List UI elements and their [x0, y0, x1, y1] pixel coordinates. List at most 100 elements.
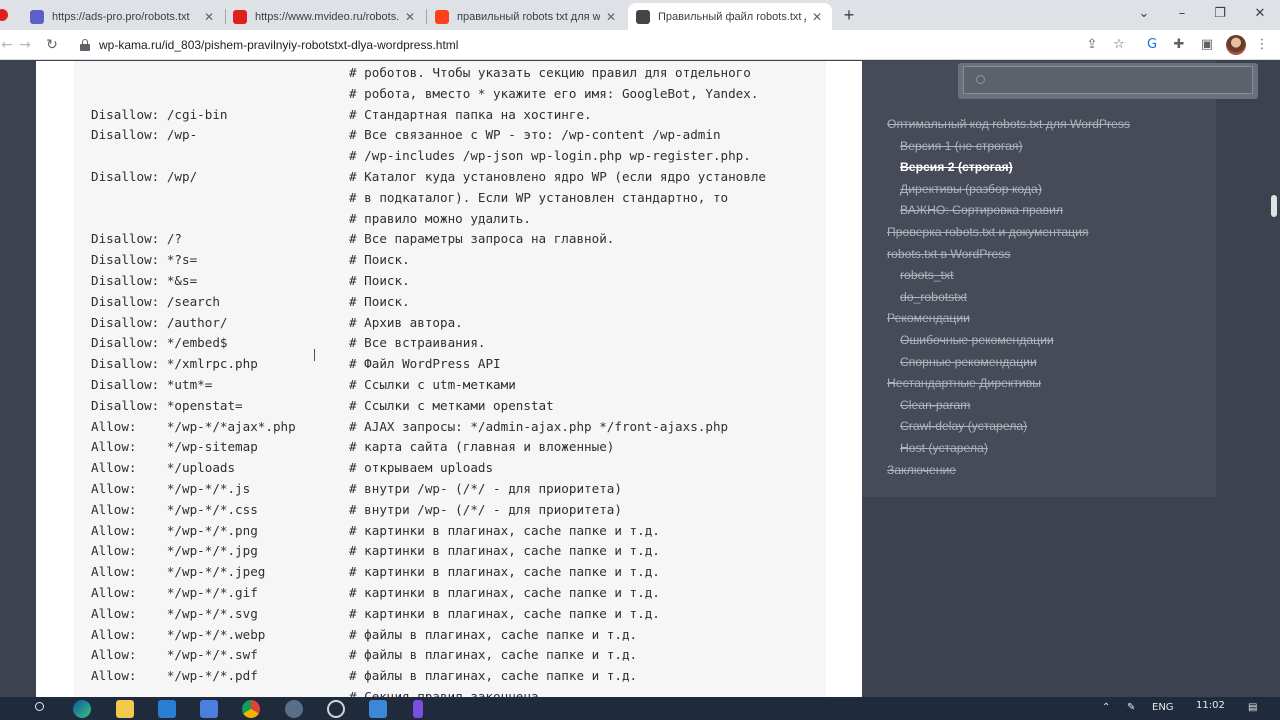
code-comment: # Все параметры запроса на главной.	[349, 231, 615, 247]
code-directive: Allow: */wp-*/*.js	[91, 481, 251, 496]
code-directive: Allow: */uploads	[91, 460, 236, 476]
tab-close-icon[interactable]: ✕	[604, 10, 618, 24]
code-line: Allow: */wp-*/*.gif # картинки в плагинах…	[91, 583, 660, 603]
lock-icon[interactable]	[80, 39, 90, 51]
code-comment: # картинки в плагинах, cache папке и т.д…	[349, 522, 660, 538]
toc-item[interactable]: Заключение	[887, 462, 956, 478]
code-comment: # Поиск.	[349, 273, 410, 288]
toc-subitem[interactable]: Clean-param	[900, 397, 970, 413]
browser-tab[interactable]: Правильный файл robots.txt для WordPress…	[628, 3, 832, 30]
code-comment: # внутри /wp- (/*/ - для приоритета)	[349, 501, 622, 517]
toc-subitem[interactable]: Ошибочные рекомендации	[900, 332, 1054, 348]
search-input[interactable]	[963, 66, 1253, 94]
search-box[interactable]	[958, 63, 1258, 99]
url-text[interactable]: wp-kama.ru/id_803/pishem-pravilnyiy-robo…	[99, 38, 458, 52]
scrollbar-thumb[interactable]	[1271, 195, 1277, 217]
code-comment: # Архив автора.	[349, 314, 463, 330]
forward-icon[interactable]: →	[16, 36, 34, 54]
clock-time[interactable]: 11:02	[1196, 700, 1225, 711]
file-explorer-icon[interactable]	[116, 700, 134, 718]
code-directive: Disallow: /wp-	[91, 127, 198, 143]
side-panel-icon[interactable]: ▣	[1199, 37, 1215, 53]
obsidian-icon[interactable]	[413, 700, 423, 718]
code-directive: Disallow: /search	[91, 293, 220, 309]
photos-icon[interactable]	[369, 700, 387, 718]
tab-overflow-favicon[interactable]	[0, 9, 8, 21]
store-icon[interactable]	[200, 700, 218, 718]
code-line: Allow: */wp-*/*.css # внутри /wp- (/*/ - …	[91, 500, 622, 520]
search-taskbar-icon[interactable]	[35, 702, 44, 711]
code-comment: # Все встраивания.	[349, 335, 486, 351]
close-window-icon[interactable]: ✕	[1249, 4, 1271, 24]
back-icon[interactable]: ←	[0, 36, 16, 54]
tab-title: Правильный файл robots.txt для WordPress	[658, 10, 806, 23]
code-directive: Disallow: *&s=	[91, 273, 198, 288]
code-comment: # картинки в плагинах, cache папке и т.д…	[349, 543, 660, 559]
bookmark-star-icon[interactable]: ☆	[1111, 37, 1127, 53]
notifications-icon[interactable]: ▤	[1248, 702, 1257, 713]
code-directive: Disallow: /wp/	[91, 169, 198, 184]
browser-tab[interactable]: правильный robots txt для wordpress ✕	[427, 3, 626, 30]
new-tab-button[interactable]: +	[838, 4, 860, 26]
avatar[interactable]	[1226, 35, 1246, 55]
toc-item[interactable]: Проверка robots.txt и документация	[887, 224, 1089, 240]
code-line: Disallow: *openstat= # Ссылки с метками o…	[91, 396, 554, 416]
chrome-icon[interactable]	[242, 700, 260, 718]
toc-subitem[interactable]: Crawl-delay (устарела)	[900, 418, 1027, 434]
code-line: Disallow: /search # Поиск.	[91, 292, 410, 312]
code-comment: # /wp-includes /wp-json wp-login.php wp-…	[349, 148, 751, 164]
tab-close-icon[interactable]: ✕	[202, 10, 216, 24]
code-directive: Allow: */wp-*/*.css	[91, 501, 258, 517]
text-cursor-icon	[314, 349, 318, 361]
code-comment: # Секция правил закончена	[349, 689, 539, 697]
toc-item[interactable]: Нестандартные Директивы	[887, 375, 1041, 391]
toc-item[interactable]: Оптимальный код robots.txt для WordPress	[887, 116, 1130, 132]
toc-item[interactable]: Рекомендации	[887, 310, 970, 326]
code-comment: # робота, вместо * укажите его имя: Goog…	[349, 85, 759, 101]
tab-close-icon[interactable]: ✕	[810, 10, 824, 24]
code-comment: # в подкаталог). Если WP установлен стан…	[349, 189, 729, 205]
toc-subitem[interactable]: robots_txt	[900, 267, 954, 283]
code-line: Allow: */uploads # открываем uploads	[91, 458, 493, 478]
toc-subitem[interactable]: Спорные рекомендации	[900, 354, 1037, 370]
tray-chevron-icon[interactable]: ⌃	[1102, 702, 1110, 713]
app-icon[interactable]	[285, 700, 303, 718]
toc-subitem[interactable]: Директивы (разбор кода)	[900, 181, 1042, 197]
minimize-icon[interactable]: –	[1171, 4, 1193, 24]
extensions-icon[interactable]: ✚	[1171, 37, 1187, 53]
code-line: Disallow: /author/ # Архив автора.	[91, 313, 463, 333]
media-icon[interactable]	[327, 700, 345, 718]
code-directive: Allow: */wp-*/*.pdf	[91, 668, 258, 684]
edge-icon[interactable]	[73, 700, 91, 718]
mail-icon[interactable]	[158, 700, 176, 718]
restore-icon[interactable]: ❐	[1209, 4, 1231, 24]
code-directive: Allow: */wp-*/*ajax*.php	[91, 418, 296, 434]
code-comment: # Каталог куда установлено ядро WP (если…	[349, 169, 767, 184]
code-comment: # картинки в плагинах, cache папке и т.д…	[349, 585, 660, 600]
code-line: Allow: */wp-*/*.js # внутри /wp- (/*/ - д…	[91, 479, 622, 499]
code-comment: # картинки в плагинах, cache папке и т.д…	[349, 605, 660, 621]
toc-subitem[interactable]: do_robotstxt	[900, 289, 967, 305]
browser-tab[interactable]: https://ads-pro.pro/robots.txt ✕	[22, 3, 224, 30]
reload-icon[interactable]: ↻	[43, 36, 61, 54]
toc-subitem[interactable]: Версия 2 (строгая)	[900, 159, 1013, 175]
browser-tab[interactable]: https://www.mvideo.ru/robots.txt ✕	[225, 3, 425, 30]
share-icon[interactable]: ⇪	[1084, 37, 1100, 53]
toc-subitem[interactable]: Host (устарела)	[900, 440, 988, 456]
tab-close-icon[interactable]: ✕	[403, 10, 417, 24]
web-page: # роботов. Чтобы указать секцию правил д…	[0, 61, 1280, 697]
translate-icon[interactable]: G	[1144, 37, 1160, 53]
code-line: Allow: */wp-*/*.png # картинки в плагинах…	[91, 521, 660, 541]
code-line: Allow: */wp-*/*ajax*.php # AJAX запросы: …	[91, 417, 728, 437]
toc-item[interactable]: robots.txt в WordPress	[887, 246, 1010, 262]
code-line: Allow: */wp-*/*.swf # файлы в плагинах, c…	[91, 645, 637, 665]
toc-subitem[interactable]: ВАЖНО: Сортировка правил	[900, 202, 1063, 218]
menu-dots-icon[interactable]: ⋮	[1254, 37, 1270, 53]
code-line: Disallow: *utm*= # Ссылки с utm-метками	[91, 375, 516, 395]
toc-subitem[interactable]: Версия 1 (не строгая)	[900, 138, 1023, 154]
language-indicator[interactable]: ENG	[1152, 702, 1174, 713]
code-directive: Allow: */wp-*/*.gif	[91, 585, 258, 600]
tab-search-icon[interactable]: ⌄	[1133, 4, 1155, 24]
code-comment: # Поиск.	[349, 293, 410, 309]
pen-icon[interactable]: ✎	[1127, 702, 1135, 713]
